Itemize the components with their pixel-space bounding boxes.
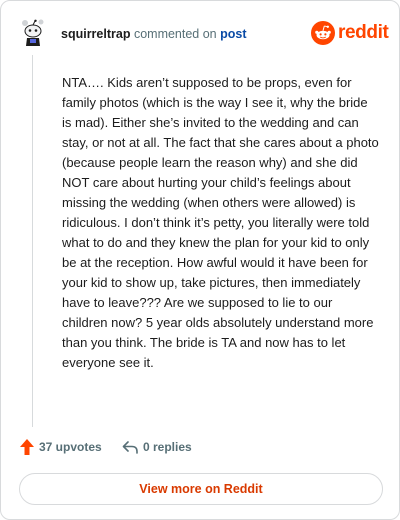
comment-actions: 37 upvotes 0 replies [1,437,400,459]
reddit-wordmark: reddit [338,22,389,43]
comment-header: squirreltrap commented on post reddit [1,1,400,61]
username-link[interactable]: squirreltrap [61,27,130,41]
view-more-button[interactable]: View more on Reddit [19,473,383,505]
reply-arrow-icon[interactable] [121,438,139,456]
comment-byline: squirreltrap commented on post [61,27,247,41]
reddit-brand-link[interactable]: reddit [311,21,389,47]
thread-line [32,55,33,427]
reddit-logo-icon [311,21,335,45]
post-link[interactable]: post [220,27,246,41]
upvote-arrow-icon[interactable] [19,438,35,456]
upvote-count: 37 upvotes [39,440,102,454]
comment-body: NTA…. Kids aren’t supposed to be props, … [62,75,379,370]
embedded-comment-card: squirreltrap commented on post reddit NT… [0,0,400,520]
reply-count: 0 replies [143,440,192,454]
commented-on-text: commented on [133,27,217,41]
snoo-avatar-icon[interactable] [19,19,47,47]
